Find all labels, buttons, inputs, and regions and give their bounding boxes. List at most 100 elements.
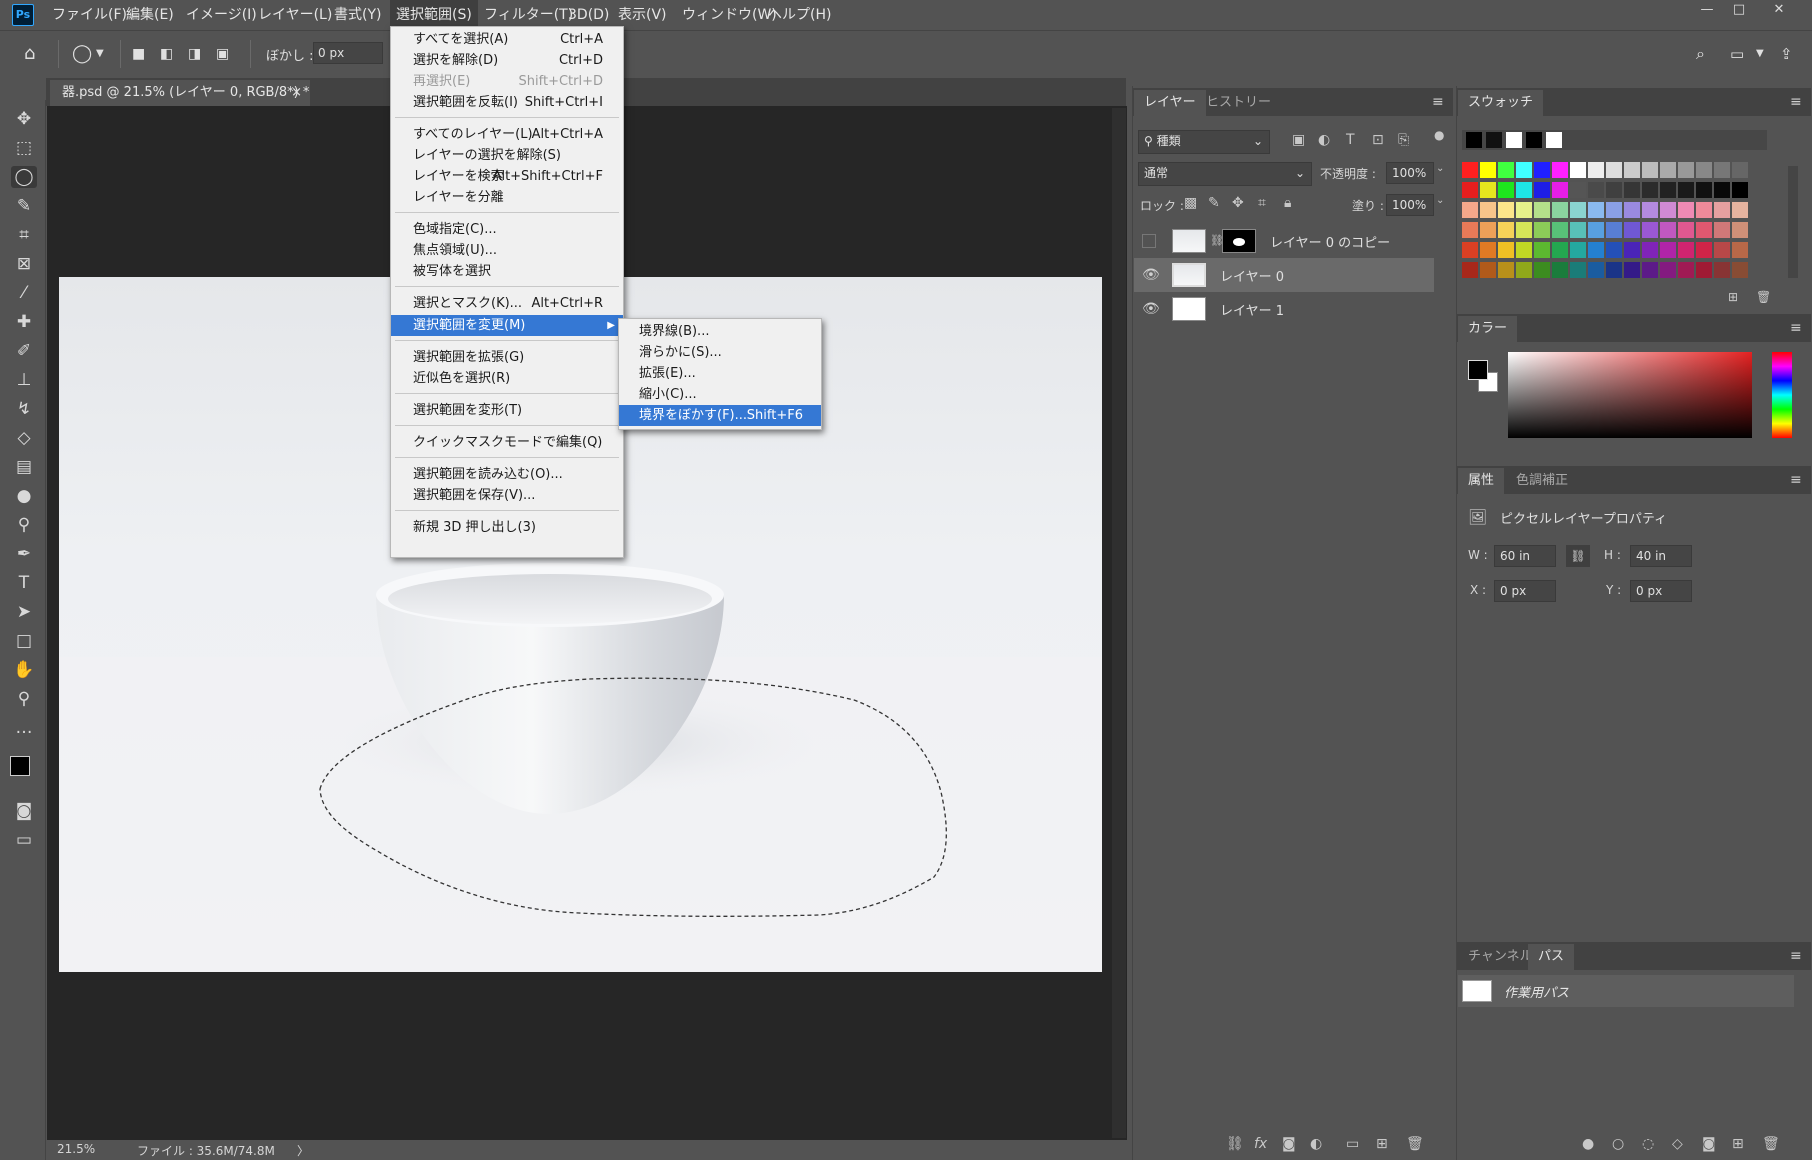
menu-item-quick-mask[interactable]: クイックマスクモードで編集(Q) (391, 432, 623, 453)
more-tools-icon[interactable]: … (11, 717, 37, 739)
color-swatch[interactable] (1462, 222, 1478, 238)
color-swatch[interactable] (1552, 262, 1568, 278)
color-swatch[interactable] (1570, 242, 1586, 258)
color-swatch[interactable] (1642, 202, 1658, 218)
maximize-button[interactable]: □ (1724, 0, 1754, 20)
swatch-grid[interactable] (1462, 162, 1782, 282)
chevron-down-icon[interactable]: ▼ (96, 44, 104, 64)
group-folder-icon[interactable]: ▭ (1346, 1136, 1359, 1152)
hamburger-icon[interactable]: ≡ (1432, 94, 1444, 110)
recent-color-swatch[interactable] (1506, 132, 1522, 148)
hand-tool-icon[interactable]: ✋ (11, 659, 37, 681)
hue-slider[interactable] (1772, 352, 1792, 438)
new-swatch-icon[interactable]: ⊞ (1728, 290, 1738, 304)
color-swatch[interactable] (1678, 242, 1694, 258)
new-selection-icon[interactable]: ■ (132, 44, 145, 64)
submenu-item-feather[interactable]: 境界をぼかす(F)... Shift+F6 (619, 405, 821, 426)
color-swatch[interactable] (1570, 262, 1586, 278)
color-swatch[interactable] (1678, 182, 1694, 198)
layer-row[interactable]: ⛓ レイヤー 0 のコピー (1134, 224, 1434, 258)
color-swatch[interactable] (1516, 262, 1532, 278)
color-swatch[interactable] (1714, 202, 1730, 218)
swatches-scrollbar[interactable] (1788, 166, 1798, 278)
close-window-button[interactable]: ✕ (1764, 0, 1794, 20)
add-mask-icon[interactable]: ◙ (1282, 1136, 1296, 1152)
menu-item-transform-selection[interactable]: 選択範囲を変形(T) (391, 400, 623, 421)
color-swatch[interactable] (1534, 222, 1550, 238)
submenu-item-smooth[interactable]: 滑らかに(S)... (619, 342, 821, 363)
color-swatch[interactable] (1480, 182, 1496, 198)
x-input[interactable]: 0 px (1494, 580, 1556, 602)
color-swatch[interactable] (1696, 162, 1712, 178)
color-swatch[interactable] (1714, 162, 1730, 178)
menu-item-find-layers[interactable]: レイヤーを検索 Alt+Shift+Ctrl+F (391, 166, 623, 187)
color-swatch[interactable] (1498, 202, 1514, 218)
submenu-item-expand[interactable]: 拡張(E)... (619, 363, 821, 384)
lock-brush-icon[interactable]: ✎ (1208, 195, 1220, 211)
color-swatch[interactable] (1534, 202, 1550, 218)
fill-input[interactable]: 100% (1386, 194, 1434, 216)
fill-path-icon[interactable]: ● (1582, 1136, 1594, 1152)
color-swatch[interactable] (1588, 182, 1604, 198)
healing-brush-tool-icon[interactable]: ✚ (11, 311, 37, 333)
marquee-tool-icon[interactable]: ⬚ (11, 137, 37, 159)
color-swatch[interactable] (1588, 262, 1604, 278)
color-swatch[interactable] (1480, 222, 1496, 238)
color-swatch[interactable] (1534, 162, 1550, 178)
path-selection-tool-icon[interactable]: ➤ (11, 601, 37, 623)
brush-tool-icon[interactable]: ✐ (11, 340, 37, 362)
link-dimensions-icon[interactable]: ⛓ (1566, 545, 1590, 567)
color-swatch[interactable] (1696, 222, 1712, 238)
color-swatch[interactable] (1660, 182, 1676, 198)
y-input[interactable]: 0 px (1630, 580, 1692, 602)
hamburger-icon[interactable]: ≡ (1790, 472, 1802, 488)
color-swatch[interactable] (1624, 182, 1640, 198)
color-swatch[interactable] (1732, 182, 1748, 198)
zoom-level[interactable]: 21.5% (57, 1142, 95, 1156)
color-swatch[interactable] (1642, 222, 1658, 238)
color-swatch[interactable] (1552, 162, 1568, 178)
color-swatch[interactable] (1516, 242, 1532, 258)
menu-item-modify[interactable]: 選択範囲を変更(M) ▶ (391, 315, 623, 336)
color-swatch[interactable] (1606, 202, 1622, 218)
color-swatch[interactable] (1624, 262, 1640, 278)
color-swatch[interactable] (1480, 242, 1496, 258)
color-swatch[interactable] (1606, 222, 1622, 238)
lock-all-icon[interactable]: 🔒︎ (1284, 195, 1291, 211)
intersect-selection-icon[interactable]: ▣ (216, 44, 229, 64)
hamburger-icon[interactable]: ≡ (1790, 948, 1802, 964)
color-swatch[interactable] (1606, 262, 1622, 278)
menu-item-new-3d-extrusion[interactable]: 新規 3D 押し出し(3) (391, 517, 623, 538)
lasso-icon[interactable]: ◯ (72, 44, 92, 64)
filter-toggle-icon[interactable]: ● (1434, 128, 1444, 142)
zoom-tool-icon[interactable]: ⚲ (11, 688, 37, 710)
submenu-item-border[interactable]: 境界線(B)... (619, 321, 821, 342)
color-swatch[interactable] (1606, 182, 1622, 198)
color-swatch[interactable] (1516, 182, 1532, 198)
eye-icon[interactable]: 👁︎ (1142, 301, 1160, 317)
layer-row[interactable]: 👁︎ レイヤー 1 (1134, 292, 1434, 326)
share-icon[interactable]: ⇪ (1780, 44, 1793, 64)
color-swatch[interactable] (1462, 182, 1478, 198)
color-swatch[interactable] (1624, 242, 1640, 258)
color-swatch[interactable] (1588, 202, 1604, 218)
quick-select-tool-icon[interactable]: ✎ (11, 195, 37, 217)
load-path-as-selection-icon[interactable]: ◌ (1642, 1136, 1654, 1152)
eye-icon[interactable]: 👁︎ (1142, 267, 1160, 283)
color-swatch[interactable] (1732, 202, 1748, 218)
color-swatch[interactable] (1480, 202, 1496, 218)
menu-item-save-selection[interactable]: 選択範囲を保存(V)... (391, 485, 623, 506)
menu-help[interactable]: ヘルプ(H) (762, 0, 837, 30)
rectangle-tool-icon[interactable]: □ (11, 630, 37, 652)
hamburger-icon[interactable]: ≡ (1790, 94, 1802, 110)
add-selection-icon[interactable]: ◧ (160, 44, 173, 64)
recent-color-swatch[interactable] (1466, 132, 1482, 148)
menu-item-focus-area[interactable]: 焦点領域(U)... (391, 240, 623, 261)
color-swatch[interactable] (1696, 262, 1712, 278)
history-brush-tool-icon[interactable]: ↯ (11, 398, 37, 420)
tab-paths[interactable]: パス (1528, 944, 1575, 970)
type-tool-icon[interactable]: T (11, 572, 37, 594)
crop-tool-icon[interactable]: ⌗ (11, 224, 37, 246)
menu-item-similar[interactable]: 近似色を選択(R) (391, 368, 623, 389)
color-swatch[interactable] (1588, 242, 1604, 258)
